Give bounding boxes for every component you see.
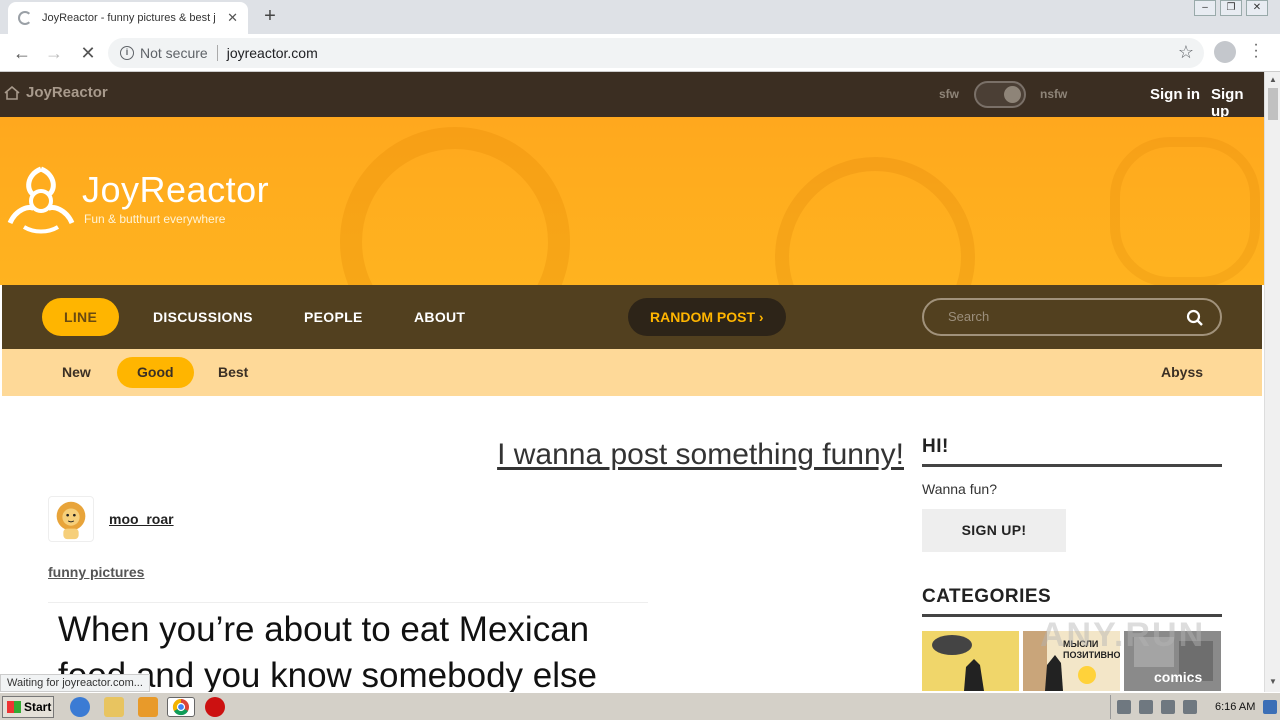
nav-item-discussions[interactable]: DISCUSSIONS (131, 298, 275, 336)
tab-close-icon[interactable]: ✕ (227, 10, 238, 26)
start-label: Start (24, 700, 52, 714)
sub-navigation: New Good Best Abyss (2, 349, 1262, 396)
browser-tab[interactable]: JoyReactor - funny pictures & best j ✕ (8, 2, 248, 34)
tab-title: JoyReactor - funny pictures & best j (42, 12, 216, 24)
category-thumb-image (932, 635, 984, 691)
system-tray: 6:16 AM (1110, 695, 1280, 719)
opera-icon[interactable] (205, 697, 225, 717)
home-icon (4, 85, 20, 100)
show-desktop-icon[interactable] (1263, 700, 1278, 714)
internet-explorer-icon[interactable] (70, 697, 90, 717)
profile-avatar-icon[interactable] (1214, 41, 1236, 63)
security-label: Not secure (140, 45, 208, 61)
author-avatar[interactable] (48, 496, 94, 542)
subnav-item-best[interactable]: Best (204, 357, 262, 388)
biohazard-logo-icon[interactable] (4, 165, 78, 235)
site-top-bar: JoyReactor sfw nsfw Sign in Sign up (0, 72, 1264, 120)
nsfw-toggle[interactable] (974, 81, 1026, 108)
start-button[interactable]: Start (2, 696, 54, 718)
scrollbar-thumb[interactable] (1268, 88, 1278, 120)
categories-heading: CATEGORIES (922, 586, 1222, 617)
search-box (922, 298, 1222, 336)
logo-title[interactable]: JoyReactor (82, 169, 269, 211)
chrome-taskbar-button[interactable] (167, 697, 195, 717)
url-text[interactable]: joyreactor.com (227, 45, 318, 61)
post-image-text-line1: When you’re about to eat Mexican (58, 610, 590, 649)
browser-toolbar: ← → ✕ i Not secure joyreactor.com ☆ (0, 34, 1280, 72)
subnav-item-abyss[interactable]: Abyss (1147, 357, 1217, 388)
sidebar-signup-button[interactable]: SIGN UP! (922, 509, 1066, 552)
back-arrow-icon[interactable]: ← (10, 41, 34, 65)
sidebar-greeting: HI! (922, 436, 1222, 467)
forward-arrow-icon[interactable]: → (42, 41, 66, 65)
subnav-item-good[interactable]: Good (117, 357, 194, 388)
banner-decoration (340, 127, 570, 285)
category-comics-label: comics (1154, 669, 1203, 685)
author-name[interactable]: moo_roar (109, 511, 174, 527)
logo-tagline: Fun & butthurt everywhere (84, 212, 226, 226)
banner-decoration (1110, 137, 1260, 285)
sfw-label: sfw (939, 87, 960, 101)
search-icon[interactable] (1186, 309, 1204, 327)
windows-taskbar: Start 6:16 AM (0, 692, 1280, 720)
site-banner: JoyReactor Fun & butthurt everywhere (0, 117, 1264, 285)
nav-item-about[interactable]: ABOUT (392, 298, 487, 336)
sign-in-link[interactable]: Sign in (1150, 86, 1200, 103)
nsfw-label: nsfw (1040, 87, 1068, 101)
nav-item-line[interactable]: LINE (42, 298, 120, 336)
browser-status-bubble: Waiting for joyreactor.com... (0, 674, 150, 692)
scroll-up-arrow-icon[interactable]: ▲ (1269, 75, 1277, 84)
restore-button[interactable]: ❐ (1220, 0, 1242, 16)
loading-spinner-icon (18, 11, 32, 25)
sign-up-link[interactable]: Sign up (1211, 86, 1264, 120)
address-bar[interactable]: i Not secure joyreactor.com ☆ (108, 38, 1204, 68)
home-link[interactable]: JoyReactor (4, 84, 108, 101)
omnibox-divider (216, 45, 218, 61)
anyrun-watermark: ANY.RUN (1040, 616, 1206, 654)
browser-menu-icon[interactable]: · · · (1252, 37, 1260, 65)
info-icon[interactable]: i (120, 46, 134, 60)
media-player-icon[interactable] (138, 697, 158, 717)
sidebar-prompt: Wanna fun? (922, 481, 997, 497)
nav-item-people[interactable]: PEOPLE (282, 298, 385, 336)
taskbar-clock[interactable]: 6:16 AM (1215, 701, 1255, 713)
page-viewport: JoyReactor sfw nsfw Sign in Sign up JoyR… (0, 72, 1264, 692)
volume-icon[interactable] (1139, 700, 1153, 714)
chrome-icon (172, 698, 189, 716)
file-explorer-icon[interactable] (104, 697, 124, 717)
browser-tab-bar: JoyReactor - funny pictures & best j ✕ +… (0, 0, 1280, 34)
new-tab-button[interactable]: + (258, 4, 282, 28)
scroll-down-arrow-icon[interactable]: ▼ (1269, 677, 1277, 686)
windows-logo-icon (7, 701, 21, 713)
search-input[interactable] (948, 309, 1168, 324)
window-controls: ‒ ❐ ✕ (1194, 0, 1268, 16)
toggle-knob (1004, 86, 1021, 103)
main-navigation: LINE DISCUSSIONS PEOPLE ABOUT RANDOM POS… (2, 285, 1262, 349)
minimize-button[interactable]: ‒ (1194, 0, 1216, 16)
banner-decoration (775, 157, 975, 285)
tray-expand-icon[interactable] (1117, 700, 1131, 714)
post-something-link[interactable]: I wanna post something funny! (497, 438, 904, 472)
page-scrollbar[interactable]: ▲ ▼ (1264, 72, 1280, 692)
category-thumb[interactable] (922, 631, 1019, 691)
close-window-button[interactable]: ✕ (1246, 0, 1268, 16)
subnav-item-new[interactable]: New (48, 357, 105, 388)
post-tag-link[interactable]: funny pictures (48, 564, 144, 580)
network-icon[interactable] (1161, 700, 1175, 714)
action-center-flag-icon[interactable] (1183, 700, 1197, 714)
random-post-button[interactable]: RANDOM POST › (628, 298, 786, 336)
home-label: JoyReactor (26, 84, 108, 101)
bookmark-star-icon[interactable]: ☆ (1178, 42, 1194, 63)
stop-loading-icon[interactable]: ✕ (76, 41, 100, 65)
